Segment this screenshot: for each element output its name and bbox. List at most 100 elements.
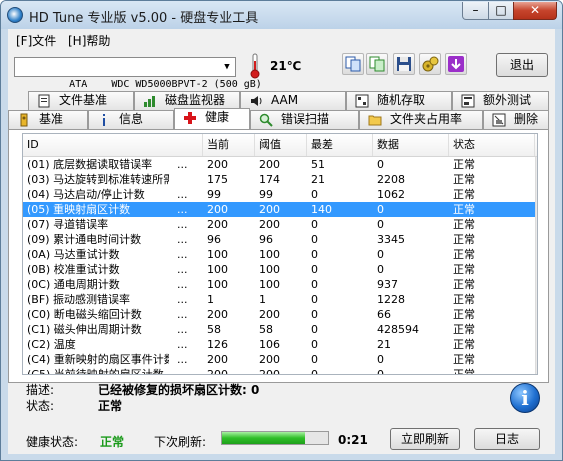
table-row[interactable]: (C1) 磁头伸出周期计数... 58 58 0 428594 正常 bbox=[23, 322, 537, 337]
table-row[interactable]: (04) 马达启动/停止计数... 99 99 0 1062 正常 bbox=[23, 187, 537, 202]
table-row[interactable]: (01) 底层数据读取错误率... 200 200 51 0 正常 bbox=[23, 157, 537, 172]
cell-current: 58 bbox=[207, 323, 221, 336]
save-button[interactable] bbox=[393, 53, 415, 75]
copy-text-button[interactable] bbox=[342, 53, 364, 75]
copy-screenshot-button[interactable] bbox=[366, 53, 388, 75]
info-icon bbox=[103, 114, 105, 126]
tab-folder-usage[interactable]: 文件夹占用率 bbox=[359, 110, 483, 129]
copy-image-icon bbox=[369, 56, 385, 72]
cell-data: 0 bbox=[377, 263, 384, 276]
column-header-data[interactable]: 数据 bbox=[373, 134, 449, 156]
tab-erase[interactable]: 删除 bbox=[483, 110, 549, 129]
status-bar: 健康状态: 正常 下次刷新: 0:21 立即刷新 日志 bbox=[8, 425, 555, 453]
cell-worst: 0 bbox=[311, 308, 318, 321]
refresh-now-button[interactable]: 立即刷新 bbox=[390, 428, 460, 450]
table-row[interactable]: (C2) 温度... 126 106 0 21 正常 bbox=[23, 337, 537, 352]
cell-worst: 0 bbox=[311, 218, 318, 231]
cell-dots: ... bbox=[177, 218, 188, 231]
minimize-button[interactable]: – bbox=[462, 2, 489, 20]
tab-extra-tests[interactable]: 额外测试 bbox=[452, 91, 549, 110]
cell-dots: ... bbox=[177, 233, 188, 246]
next-refresh-label: 下次刷新: bbox=[154, 435, 207, 449]
file-benchmark-icon bbox=[38, 94, 50, 108]
tab-random-access[interactable]: 随机存取 bbox=[346, 91, 452, 110]
cell-id: (BF) 振动感测错误率 bbox=[27, 293, 130, 306]
cell-status: 正常 bbox=[453, 293, 475, 306]
tab-benchmark[interactable]: 基准 bbox=[8, 110, 88, 129]
tabs-row-top: 文件基准 磁盘监视器 AAM 随机存取 额外测试 bbox=[8, 91, 555, 110]
column-header-current[interactable]: 当前 bbox=[203, 134, 255, 156]
random-access-icon bbox=[355, 94, 369, 108]
folder-icon bbox=[368, 115, 382, 126]
cell-current: 96 bbox=[207, 233, 221, 246]
cell-status: 正常 bbox=[453, 323, 475, 336]
hdtune-app-icon bbox=[7, 7, 23, 23]
table-row[interactable]: (0C) 通电周期计数... 100 100 0 937 正常 bbox=[23, 277, 537, 292]
client-area: [F]文件 [H]帮助 ATA WDC WD5000BPVT-2 (500 gB… bbox=[8, 29, 555, 454]
tab-file-benchmark[interactable]: 文件基准 bbox=[28, 91, 134, 110]
description-label: 描述: bbox=[26, 383, 55, 397]
vertical-scrollbar[interactable] bbox=[535, 157, 537, 374]
tab-health[interactable]: 健康 bbox=[174, 108, 250, 129]
download-button[interactable] bbox=[445, 53, 467, 75]
cell-data: 0 bbox=[377, 248, 384, 261]
table-row[interactable]: (C4) 重新映射的扇区事件计数... 200 200 0 0 正常 bbox=[23, 352, 537, 367]
smart-table[interactable]: ID 当前 阈值 最差 数据 状态 (01) 底层数据读取错误率... 200 20… bbox=[22, 133, 538, 375]
cell-threshold: 200 bbox=[259, 218, 280, 231]
tab-error-scan[interactable]: 错误扫描 bbox=[250, 110, 359, 129]
cell-threshold: 200 bbox=[259, 368, 280, 375]
tab-aam[interactable]: AAM bbox=[240, 91, 346, 110]
exit-button[interactable]: 退出 bbox=[496, 53, 548, 77]
table-row[interactable]: (0A) 马达重试计数... 100 100 0 0 正常 bbox=[23, 247, 537, 262]
cell-data: 3345 bbox=[377, 233, 405, 246]
cell-current: 99 bbox=[207, 188, 221, 201]
cell-id: (04) 马达启动/停止计数 bbox=[27, 188, 145, 201]
temperature-readout: 21℃ bbox=[270, 59, 302, 73]
cell-worst: 0 bbox=[311, 368, 318, 375]
close-button[interactable]: ✕ bbox=[513, 2, 557, 20]
disk-monitor-icon bbox=[144, 96, 155, 107]
progress-fill bbox=[222, 432, 305, 444]
column-header-worst[interactable]: 最差 bbox=[307, 134, 373, 156]
cell-worst: 0 bbox=[311, 233, 318, 246]
cell-data: 2208 bbox=[377, 173, 405, 186]
cell-worst: 0 bbox=[311, 353, 318, 366]
table-row[interactable]: (C5) 当前待映射的扇区计数... 200 200 0 0 正常 bbox=[23, 367, 537, 375]
tab-label: 额外测试 bbox=[483, 93, 532, 107]
cell-current: 200 bbox=[207, 218, 228, 231]
drive-select[interactable]: ATA WDC WD5000BPVT-2 (500 gB) ▼ bbox=[14, 57, 262, 90]
status-value: 正常 bbox=[98, 399, 123, 413]
cell-current: 100 bbox=[207, 263, 228, 276]
cell-status: 正常 bbox=[453, 353, 475, 366]
table-row[interactable]: (0B) 校准重试计数... 100 100 0 0 正常 bbox=[23, 262, 537, 277]
menu-file[interactable]: [F]文件 bbox=[16, 32, 56, 49]
column-header-status[interactable]: 状态 bbox=[449, 134, 535, 156]
copy-icon bbox=[345, 56, 361, 72]
column-header-id[interactable]: ID bbox=[23, 134, 203, 156]
column-header-threshold[interactable]: 阈值 bbox=[255, 134, 307, 156]
cell-id: (C1) 磁头伸出周期计数 bbox=[27, 323, 142, 336]
table-row[interactable]: (03) 马达旋转到标准转速所需... 175 174 21 2208 正常 bbox=[23, 172, 537, 187]
maximize-button[interactable]: □ bbox=[488, 2, 514, 20]
log-button[interactable]: 日志 bbox=[474, 428, 540, 450]
cell-threshold: 106 bbox=[259, 338, 280, 351]
table-row[interactable]: (07) 寻道错误率... 200 200 0 0 正常 bbox=[23, 217, 537, 232]
cell-threshold: 174 bbox=[259, 173, 280, 186]
menu-help[interactable]: [H]帮助 bbox=[68, 32, 110, 49]
cell-dots: ... bbox=[177, 263, 188, 276]
cell-id: (01) 底层数据读取错误率 bbox=[27, 158, 153, 171]
cell-threshold: 200 bbox=[259, 353, 280, 366]
table-row[interactable]: (C0) 断电磁头缩回计数... 200 200 0 66 正常 bbox=[23, 307, 537, 322]
table-row[interactable]: (BF) 振动感测错误率... 1 1 0 1228 正常 bbox=[23, 292, 537, 307]
floppy-disk-icon bbox=[397, 57, 411, 71]
table-row[interactable]: (09) 累计通电时间计数... 96 96 0 3345 正常 bbox=[23, 232, 537, 247]
table-row[interactable]: (05) 重映射扇区计数... 200 200 140 0 正常 bbox=[23, 202, 537, 217]
info-icon[interactable]: i bbox=[510, 383, 540, 413]
cell-data: 1228 bbox=[377, 293, 405, 306]
cell-dots: ... bbox=[177, 323, 188, 336]
cell-worst: 0 bbox=[311, 188, 318, 201]
options-button[interactable] bbox=[419, 53, 441, 75]
cell-id: (C4) 重新映射的扇区事件计数 bbox=[27, 353, 169, 366]
cell-dots: ... bbox=[177, 368, 188, 375]
tab-info[interactable]: 信息 bbox=[88, 110, 174, 129]
